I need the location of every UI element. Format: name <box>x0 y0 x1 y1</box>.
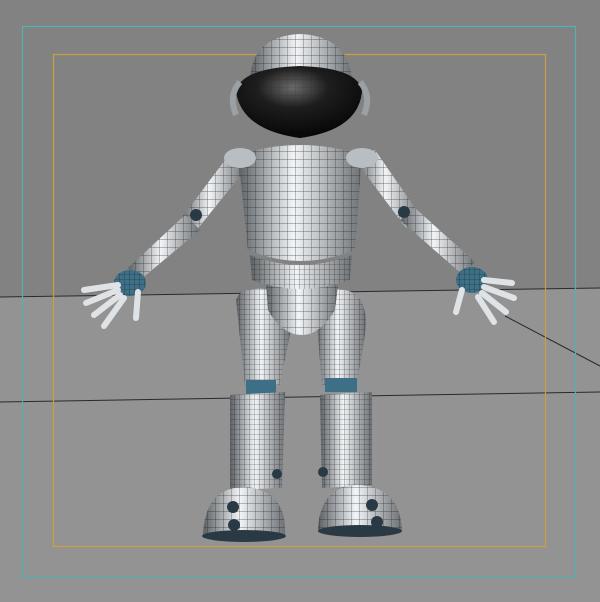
3d-viewport[interactable] <box>0 0 600 602</box>
ground-plane <box>0 288 600 602</box>
viewport-canvas[interactable] <box>0 0 600 602</box>
